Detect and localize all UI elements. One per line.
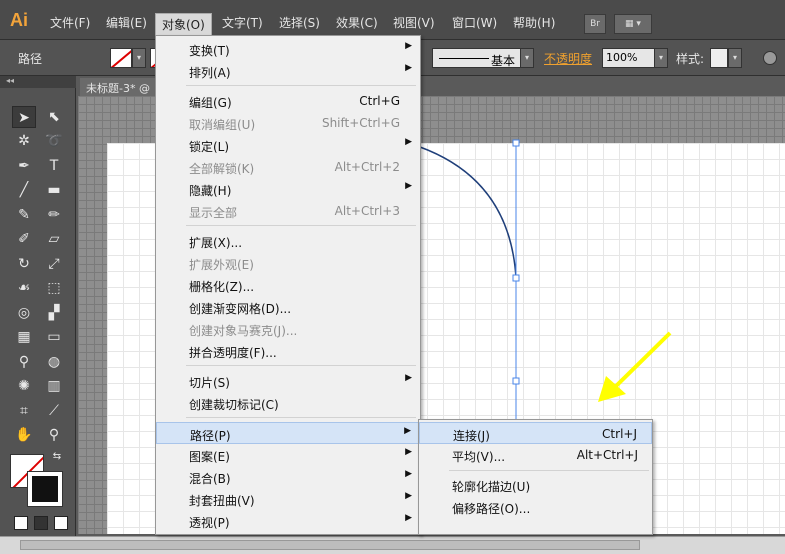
- menu-item-transform[interactable]: 变换(T) ▶: [156, 38, 420, 60]
- menu-item-slice[interactable]: 切片(S) ▶: [156, 370, 420, 392]
- menu-item-flatten-transparency[interactable]: 拼合透明度(F)...: [156, 340, 420, 362]
- menu-item-rasterize[interactable]: 栅格化(Z)...: [156, 274, 420, 296]
- submenu-arrow-icon: ▶: [405, 63, 412, 73]
- submenu-arrow-icon: ▶: [405, 491, 412, 501]
- submenu-arrow-icon: ▶: [405, 469, 412, 479]
- menu-item-unlock-all[interactable]: 全部解锁(K) Alt+Ctrl+2: [156, 156, 420, 178]
- menu-item-offset-path[interactable]: 偏移路径(O)...: [419, 496, 652, 518]
- scrollbar-thumb[interactable]: [20, 540, 640, 550]
- object-menu: 变换(T) ▶ 排列(A) ▶ 编组(G) Ctrl+G 取消编组(U) Shift+C…: [155, 35, 421, 535]
- menu-item-outline-stroke[interactable]: 轮廓化描边(U): [419, 474, 652, 496]
- submenu-arrow-icon: ▶: [405, 181, 412, 191]
- menu-item-hide[interactable]: 隐藏(H) ▶: [156, 178, 420, 200]
- menu-item-expand-appearance[interactable]: 扩展外观(E): [156, 252, 420, 274]
- menu-item-create-gradient-mesh[interactable]: 创建渐变网格(D)...: [156, 296, 420, 318]
- menu-item-envelope-distort[interactable]: 封套扭曲(V) ▶: [156, 488, 420, 510]
- menu-item-average[interactable]: 平均(V)... Alt+Ctrl+J: [419, 444, 652, 466]
- anchor-point-middle[interactable]: [512, 274, 520, 282]
- menu-item-create-trim-marks[interactable]: 创建裁切标记(C): [156, 392, 420, 414]
- menu-item-pattern[interactable]: 图案(E) ▶: [156, 444, 420, 466]
- submenu-arrow-icon: ▶: [405, 373, 412, 383]
- horizontal-scrollbar[interactable]: [0, 536, 785, 554]
- submenu-arrow-icon: ▶: [405, 447, 412, 457]
- submenu-arrow-icon: ▶: [405, 513, 412, 523]
- menu-item-arrange[interactable]: 排列(A) ▶: [156, 60, 420, 82]
- submenu-arrow-icon: ▶: [405, 137, 412, 147]
- menu-item-lock[interactable]: 锁定(L) ▶: [156, 134, 420, 156]
- annotation-arrow-shaft: [610, 331, 672, 392]
- submenu-arrow-icon: ▶: [405, 41, 412, 51]
- menu-item-show-all[interactable]: 显示全部 Alt+Ctrl+3: [156, 200, 420, 222]
- menu-item-ungroup[interactable]: 取消编组(U) Shift+Ctrl+G: [156, 112, 420, 134]
- menu-item-blend[interactable]: 混合(B) ▶: [156, 466, 420, 488]
- path-submenu: 连接(J) Ctrl+J 平均(V)... Alt+Ctrl+J 轮廓化描边(U) …: [418, 419, 653, 535]
- menu-item-create-object-mosaic[interactable]: 创建对象马赛克(J)...: [156, 318, 420, 340]
- menu-item-path[interactable]: 路径(P) ▶: [156, 422, 420, 444]
- menu-item-perspective[interactable]: 透视(P) ▶: [156, 510, 420, 532]
- arc-path[interactable]: [419, 146, 517, 279]
- menu-item-group[interactable]: 编组(G) Ctrl+G: [156, 90, 420, 112]
- submenu-arrow-icon: ▶: [404, 426, 411, 436]
- anchor-point-top[interactable]: [512, 139, 520, 147]
- anchor-point-bottom[interactable]: [512, 377, 520, 385]
- menu-item-join[interactable]: 连接(J) Ctrl+J: [419, 422, 652, 444]
- menu-item-expand[interactable]: 扩展(X)...: [156, 230, 420, 252]
